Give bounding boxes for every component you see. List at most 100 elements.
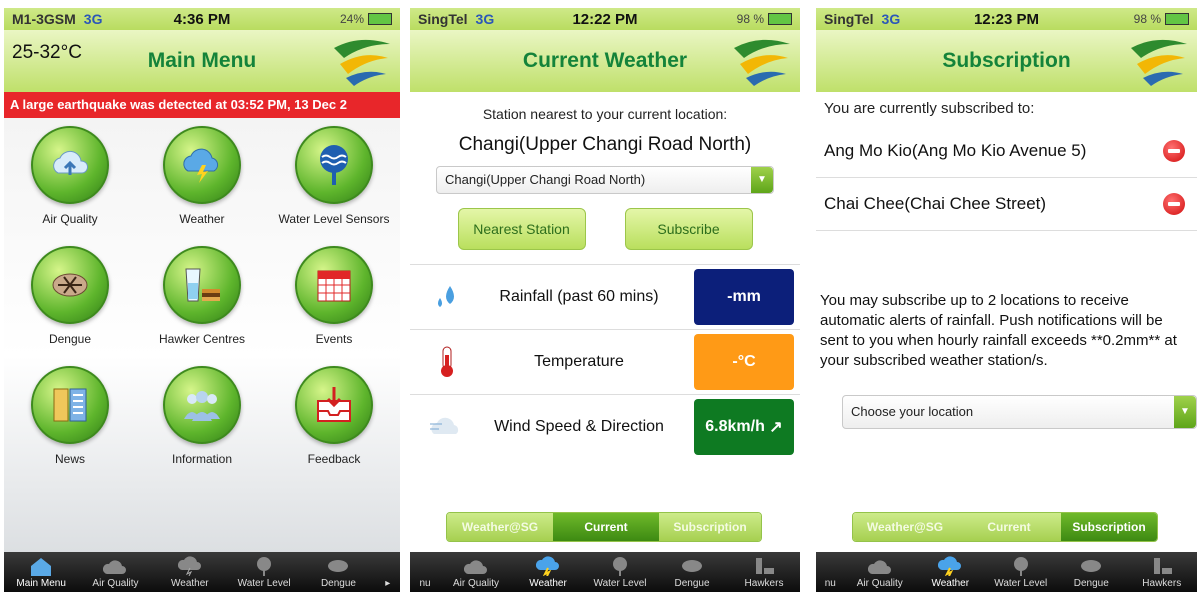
menu-label: Hawker Centres [158, 332, 246, 346]
segment-weather-sg[interactable]: Weather@SG [853, 513, 957, 541]
subscription-name: Ang Mo Kio(Ang Mo Kio Avenue 5) [824, 141, 1087, 160]
wind-value: 6.8km/h ↗ [694, 399, 794, 455]
wind-label: Wind Speed & Direction [494, 418, 664, 435]
segment-current[interactable]: Current [553, 513, 659, 541]
temperature-row: Temperature -°C [410, 329, 800, 394]
segment-control: Weather@SG Current Subscription [852, 512, 1158, 542]
station-select[interactable]: Changi(Upper Changi Road North) ▼ [436, 166, 774, 194]
subscription-item: Ang Mo Kio(Ang Mo Kio Avenue 5) [816, 125, 1197, 178]
menu-item-hawker-centres[interactable]: Hawker Centres [136, 246, 268, 366]
menu-item-information[interactable]: Information [136, 366, 268, 486]
water-sensor-icon [1013, 557, 1028, 576]
tab-label: Water Level [994, 578, 1048, 589]
tab-main-menu[interactable]: Main Menu [9, 556, 73, 589]
tab-hawkers[interactable]: Hawkers [1130, 556, 1194, 589]
temperature-range: 25-32°C [12, 42, 82, 63]
wind-direction-arrow-icon: ↗ [764, 419, 783, 436]
page-title: Current Weather [522, 49, 688, 72]
menu-label: Feedback [307, 452, 361, 466]
tab-label: Dengue [1073, 578, 1109, 589]
nea-logo-icon [734, 39, 790, 86]
segment-subscription[interactable]: Subscription [1061, 513, 1157, 541]
tab-air-quality[interactable]: Air Quality [848, 556, 912, 589]
water-sensor-icon [295, 126, 373, 204]
storm-cloud-icon [177, 556, 201, 576]
battery-percent: 24% [339, 12, 364, 26]
menu-label: Information [171, 452, 233, 466]
tab-hawkers[interactable]: Hawkers [732, 556, 796, 589]
tab-dengue[interactable]: Dengue [306, 556, 370, 589]
tab-label: Dengue [320, 578, 356, 589]
tab-water-level[interactable]: Water Level [588, 556, 652, 589]
nearest-station-button[interactable]: Nearest Station [457, 208, 586, 250]
tab-label: nu [824, 578, 836, 589]
food-drink-icon [163, 246, 241, 324]
menu-item-events[interactable]: Events [268, 246, 400, 366]
segment-weather-sg[interactable]: Weather@SG [447, 513, 553, 541]
tab-air-quality[interactable]: Air Quality [83, 556, 147, 589]
menu-label: Air Quality [42, 212, 98, 226]
battery-percent: 98 % [1133, 12, 1161, 26]
raindrop-icon [438, 286, 454, 307]
tab-label: Air Quality [92, 578, 139, 589]
tab-main-menu-partial[interactable]: nu [414, 578, 436, 589]
battery-icon [368, 13, 392, 25]
tab-dengue[interactable]: Dengue [1059, 556, 1123, 589]
subscribe-button[interactable]: Subscribe [624, 208, 753, 250]
menu-item-weather[interactable]: Weather [136, 126, 268, 246]
food-drink-icon [756, 558, 774, 574]
tab-air-quality[interactable]: Air Quality [444, 556, 508, 589]
location-select-placeholder: Choose your location [851, 404, 974, 419]
newspaper-icon [31, 366, 109, 444]
people-icon [163, 366, 241, 444]
page-title: Subscription [942, 49, 1071, 72]
location-select[interactable]: Choose your location ▼ [842, 395, 1197, 429]
menu-item-water-level[interactable]: Water Level Sensors [268, 126, 400, 246]
subscribed-heading: You are currently subscribed to: [824, 100, 1035, 117]
menu-item-feedback[interactable]: Feedback [268, 366, 400, 486]
tab-weather[interactable]: Weather [918, 556, 982, 589]
wind-cloud-icon [430, 417, 459, 434]
tab-label: Hawkers [744, 578, 784, 589]
nea-logo-icon [1131, 39, 1187, 86]
mosquito-icon [682, 560, 702, 572]
subscription-name: Chai Chee(Chai Chee Street) [824, 194, 1047, 213]
rainfall-value: -mm [694, 269, 794, 325]
tab-label: Air Quality [452, 578, 500, 589]
tab-main-menu-partial[interactable]: nu [819, 578, 841, 589]
tab-water-level[interactable]: Water Level [232, 556, 296, 589]
menu-label: News [54, 452, 85, 466]
subscription-info-text: You may subscribe up to 2 locations to r… [820, 292, 1177, 369]
tab-label: Main Menu [16, 578, 66, 589]
cloud-icon [464, 560, 487, 574]
menu-item-air-quality[interactable]: Air Quality [4, 126, 136, 246]
page-title: Main Menu [147, 49, 257, 72]
menu-item-dengue[interactable]: Dengue [4, 246, 136, 366]
segment-current[interactable]: Current [957, 513, 1061, 541]
chevron-down-icon: ▼ [751, 167, 773, 193]
tab-label: Weather [529, 578, 567, 589]
tab-dengue[interactable]: Dengue [660, 556, 724, 589]
battery-percent: 98 % [736, 12, 764, 26]
home-icon [31, 558, 52, 576]
tab-label: Hawkers [1142, 578, 1182, 589]
menu-label: Water Level Sensors [278, 212, 390, 226]
battery-icon [1165, 13, 1189, 25]
remove-icon[interactable] [1163, 193, 1185, 215]
tab-weather[interactable]: Weather [516, 556, 580, 589]
menu-item-news[interactable]: News [4, 366, 136, 486]
station-intro-text: Station nearest to your current location… [482, 106, 728, 122]
tab-label: Dengue [674, 578, 710, 589]
tab-weather[interactable]: Weather [158, 556, 222, 589]
nearest-station-name: Changi(Upper Changi Road North) [458, 134, 752, 155]
main-menu-grid: Air Quality Weather Water Level Sensors … [4, 126, 400, 486]
battery-icon [768, 13, 792, 25]
wind-value-text: 6.8km/h [705, 418, 765, 435]
earthquake-alert-banner[interactable]: A large earthquake was detected at 03:52… [4, 92, 400, 118]
segment-subscription[interactable]: Subscription [659, 513, 761, 541]
tab-more-arrow[interactable]: ▸ [381, 578, 395, 589]
remove-icon[interactable] [1163, 140, 1185, 162]
tab-water-level[interactable]: Water Level [989, 556, 1053, 589]
status-bar: SingTel 3G 12:23 PM 98 % [816, 8, 1197, 30]
mosquito-icon [328, 560, 349, 572]
